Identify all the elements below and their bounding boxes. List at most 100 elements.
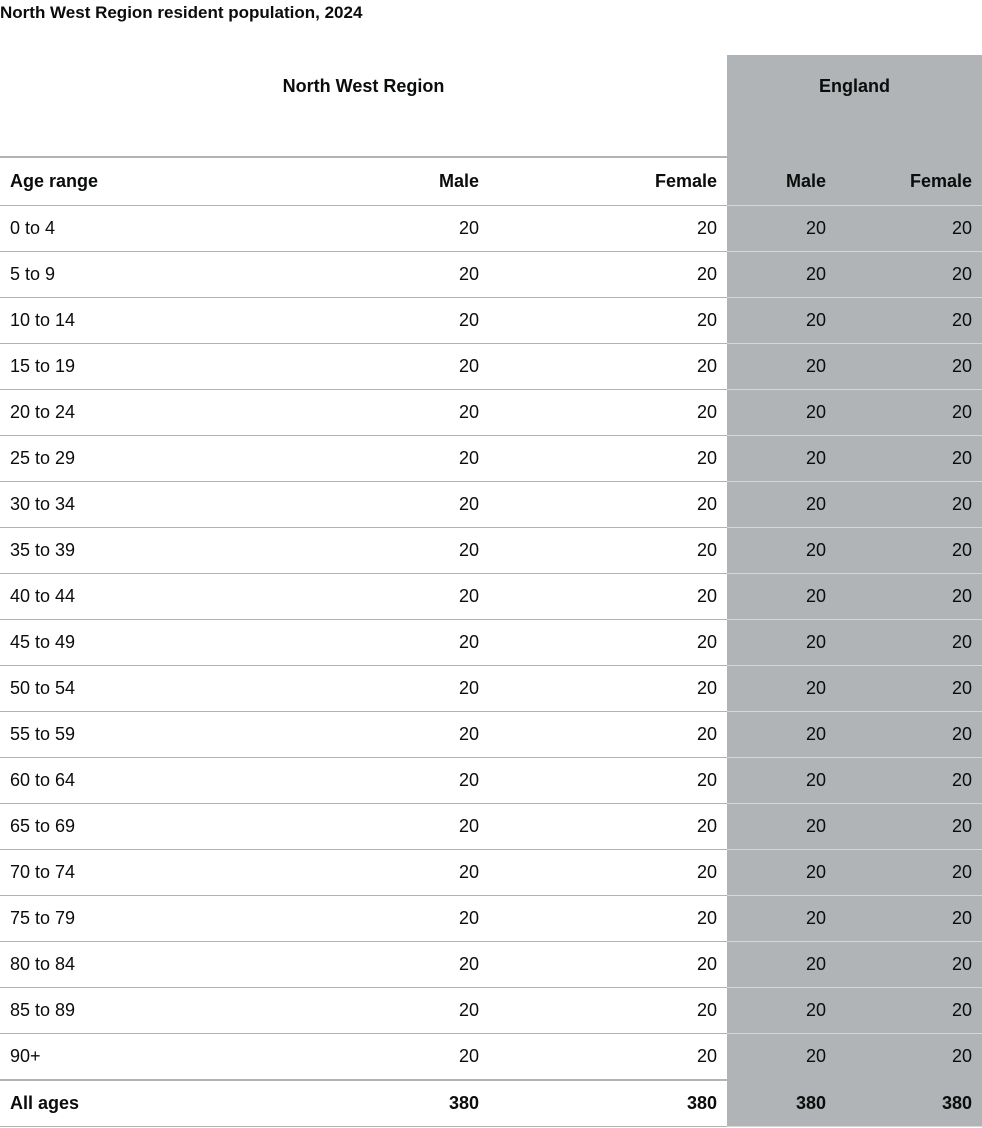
england-male-cell: 20 [727,205,837,252]
england-male-cell: 20 [727,941,837,988]
england-female-cell: 20 [836,619,982,666]
table-row: 15 to 19 20 20 20 20 [0,343,982,390]
england-male-cell: 20 [727,389,837,436]
england-male-cell: 20 [727,803,837,850]
age-range-cell: 50 to 54 [0,665,258,712]
england-female-cell: 20 [836,343,982,390]
table-row: 0 to 4 20 20 20 20 [0,205,982,252]
region-female-cell: 20 [489,389,728,436]
age-range-cell: 30 to 34 [0,481,258,528]
age-range-cell: 75 to 79 [0,895,258,942]
region-female-cell: 20 [489,205,728,252]
table-row: 25 to 29 20 20 20 20 [0,435,982,482]
table-row: 20 to 24 20 20 20 20 [0,389,982,436]
region-female-header: Female [489,157,728,206]
total-age-label: All ages [0,1079,258,1127]
england-male-cell: 20 [727,757,837,804]
region-male-cell: 20 [258,435,489,482]
england-male-cell: 20 [727,343,837,390]
region-female-cell: 20 [489,987,728,1034]
age-range-cell: 15 to 19 [0,343,258,390]
total-region-male: 380 [258,1079,489,1127]
region-female-cell: 20 [489,343,728,390]
region-female-cell: 20 [489,297,728,344]
region-male-cell: 20 [258,343,489,390]
table-row: 35 to 39 20 20 20 20 [0,527,982,574]
table-row: 5 to 9 20 20 20 20 [0,251,982,298]
region-male-cell: 20 [258,619,489,666]
england-female-cell: 20 [836,711,982,758]
age-range-cell: 70 to 74 [0,849,258,896]
region-male-cell: 20 [258,895,489,942]
england-male-cell: 20 [727,573,837,620]
england-male-cell: 20 [727,711,837,758]
england-female-cell: 20 [836,527,982,574]
age-range-cell: 5 to 9 [0,251,258,298]
region-male-cell: 20 [258,251,489,298]
region-male-cell: 20 [258,711,489,758]
population-table: North West Region England Age range Male… [0,55,982,1127]
england-female-header: Female [836,157,982,206]
age-range-cell: 80 to 84 [0,941,258,988]
table-row: 10 to 14 20 20 20 20 [0,297,982,344]
table-row: 80 to 84 20 20 20 20 [0,941,982,988]
table-body: 0 to 4 20 20 20 20 5 to 9 20 20 20 20 10 to 14 20 20… [0,205,982,1081]
england-female-cell: 20 [836,297,982,344]
region-female-cell: 20 [489,481,728,528]
table-row: 50 to 54 20 20 20 20 [0,665,982,712]
age-range-cell: 25 to 29 [0,435,258,482]
region-female-cell: 20 [489,803,728,850]
age-range-cell: 40 to 44 [0,573,258,620]
region-male-header: Male [258,157,489,206]
region-female-cell: 20 [489,849,728,896]
region-female-cell: 20 [489,251,728,298]
table-row: 70 to 74 20 20 20 20 [0,849,982,896]
region-female-cell: 20 [489,665,728,712]
region-male-cell: 20 [258,803,489,850]
table-row: 55 to 59 20 20 20 20 [0,711,982,758]
england-female-cell: 20 [836,251,982,298]
region-male-cell: 20 [258,527,489,574]
region-male-cell: 20 [258,389,489,436]
england-female-cell: 20 [836,573,982,620]
age-range-cell: 0 to 4 [0,205,258,252]
region-female-cell: 20 [489,1033,728,1081]
total-region-female: 380 [489,1079,728,1127]
england-male-cell: 20 [727,895,837,942]
england-male-cell: 20 [727,619,837,666]
region-female-cell: 20 [489,435,728,482]
age-range-cell: 60 to 64 [0,757,258,804]
region-male-cell: 20 [258,481,489,528]
total-england-female: 380 [836,1079,982,1127]
england-female-cell: 20 [836,849,982,896]
england-female-cell: 20 [836,1033,982,1081]
region-female-cell: 20 [489,711,728,758]
england-male-cell: 20 [727,849,837,896]
england-male-cell: 20 [727,251,837,298]
age-range-cell: 85 to 89 [0,987,258,1034]
england-female-cell: 20 [836,895,982,942]
england-female-cell: 20 [836,803,982,850]
total-england-male: 380 [727,1079,837,1127]
region-male-cell: 20 [258,297,489,344]
total-row: All ages 380 380 380 380 [0,1079,982,1127]
age-range-cell: 55 to 59 [0,711,258,758]
region-female-cell: 20 [489,527,728,574]
group-header-row: North West Region England [0,55,982,158]
region-male-cell: 20 [258,1033,489,1081]
table-row: 45 to 49 20 20 20 20 [0,619,982,666]
england-male-cell: 20 [727,665,837,712]
region-female-cell: 20 [489,895,728,942]
age-range-cell: 65 to 69 [0,803,258,850]
table-caption: North West Region resident population, 2… [0,3,363,22]
age-range-cell: 35 to 39 [0,527,258,574]
region-female-cell: 20 [489,757,728,804]
region-male-cell: 20 [258,941,489,988]
region-male-cell: 20 [258,205,489,252]
england-female-cell: 20 [836,941,982,988]
age-range-cell: 10 to 14 [0,297,258,344]
table-row: 65 to 69 20 20 20 20 [0,803,982,850]
region-female-cell: 20 [489,573,728,620]
table-row: 60 to 64 20 20 20 20 [0,757,982,804]
england-female-cell: 20 [836,665,982,712]
